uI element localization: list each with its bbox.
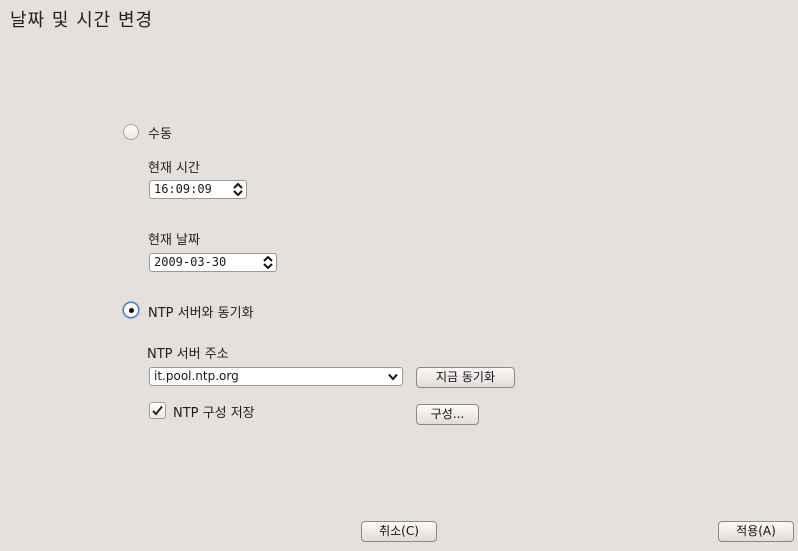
current-time-label: 현재 시간 [148, 161, 200, 176]
ntp-server-label: NTP 서버 주소 [147, 347, 229, 362]
date-value: 2009-03-30 [154, 255, 227, 269]
manual-radio-label[interactable]: 수동 [148, 123, 172, 142]
checkmark-icon [152, 405, 163, 416]
cancel-button[interactable]: 취소(C) [361, 521, 437, 542]
ntp-radio-label[interactable]: NTP 서버와 동기화 [148, 302, 254, 321]
chevron-down-icon[interactable] [388, 373, 398, 381]
radio-selected-dot [129, 308, 134, 313]
save-ntp-config-checkbox[interactable] [149, 402, 166, 419]
manual-radio[interactable] [123, 124, 139, 140]
ntp-server-value: it.pool.ntp.org [154, 369, 239, 383]
sync-now-button[interactable]: 지금 동기화 [416, 367, 515, 388]
apply-button[interactable]: 적용(A) [718, 521, 794, 542]
date-spinbox[interactable]: 2009-03-30 [149, 253, 277, 272]
updown-arrows-icon[interactable] [233, 182, 243, 197]
ntp-radio[interactable] [123, 302, 139, 318]
current-date-label: 현재 날짜 [148, 233, 200, 248]
ntp-server-combobox[interactable]: it.pool.ntp.org [149, 367, 403, 386]
save-ntp-config-label[interactable]: NTP 구성 저장 [173, 402, 255, 421]
page-title: 날짜 및 시간 변경 [10, 10, 154, 31]
time-spinbox[interactable]: 16:09:09 [149, 180, 247, 199]
time-value: 16:09:09 [154, 182, 212, 196]
configure-button[interactable]: 구성... [416, 404, 479, 425]
updown-arrows-icon[interactable] [263, 255, 273, 270]
